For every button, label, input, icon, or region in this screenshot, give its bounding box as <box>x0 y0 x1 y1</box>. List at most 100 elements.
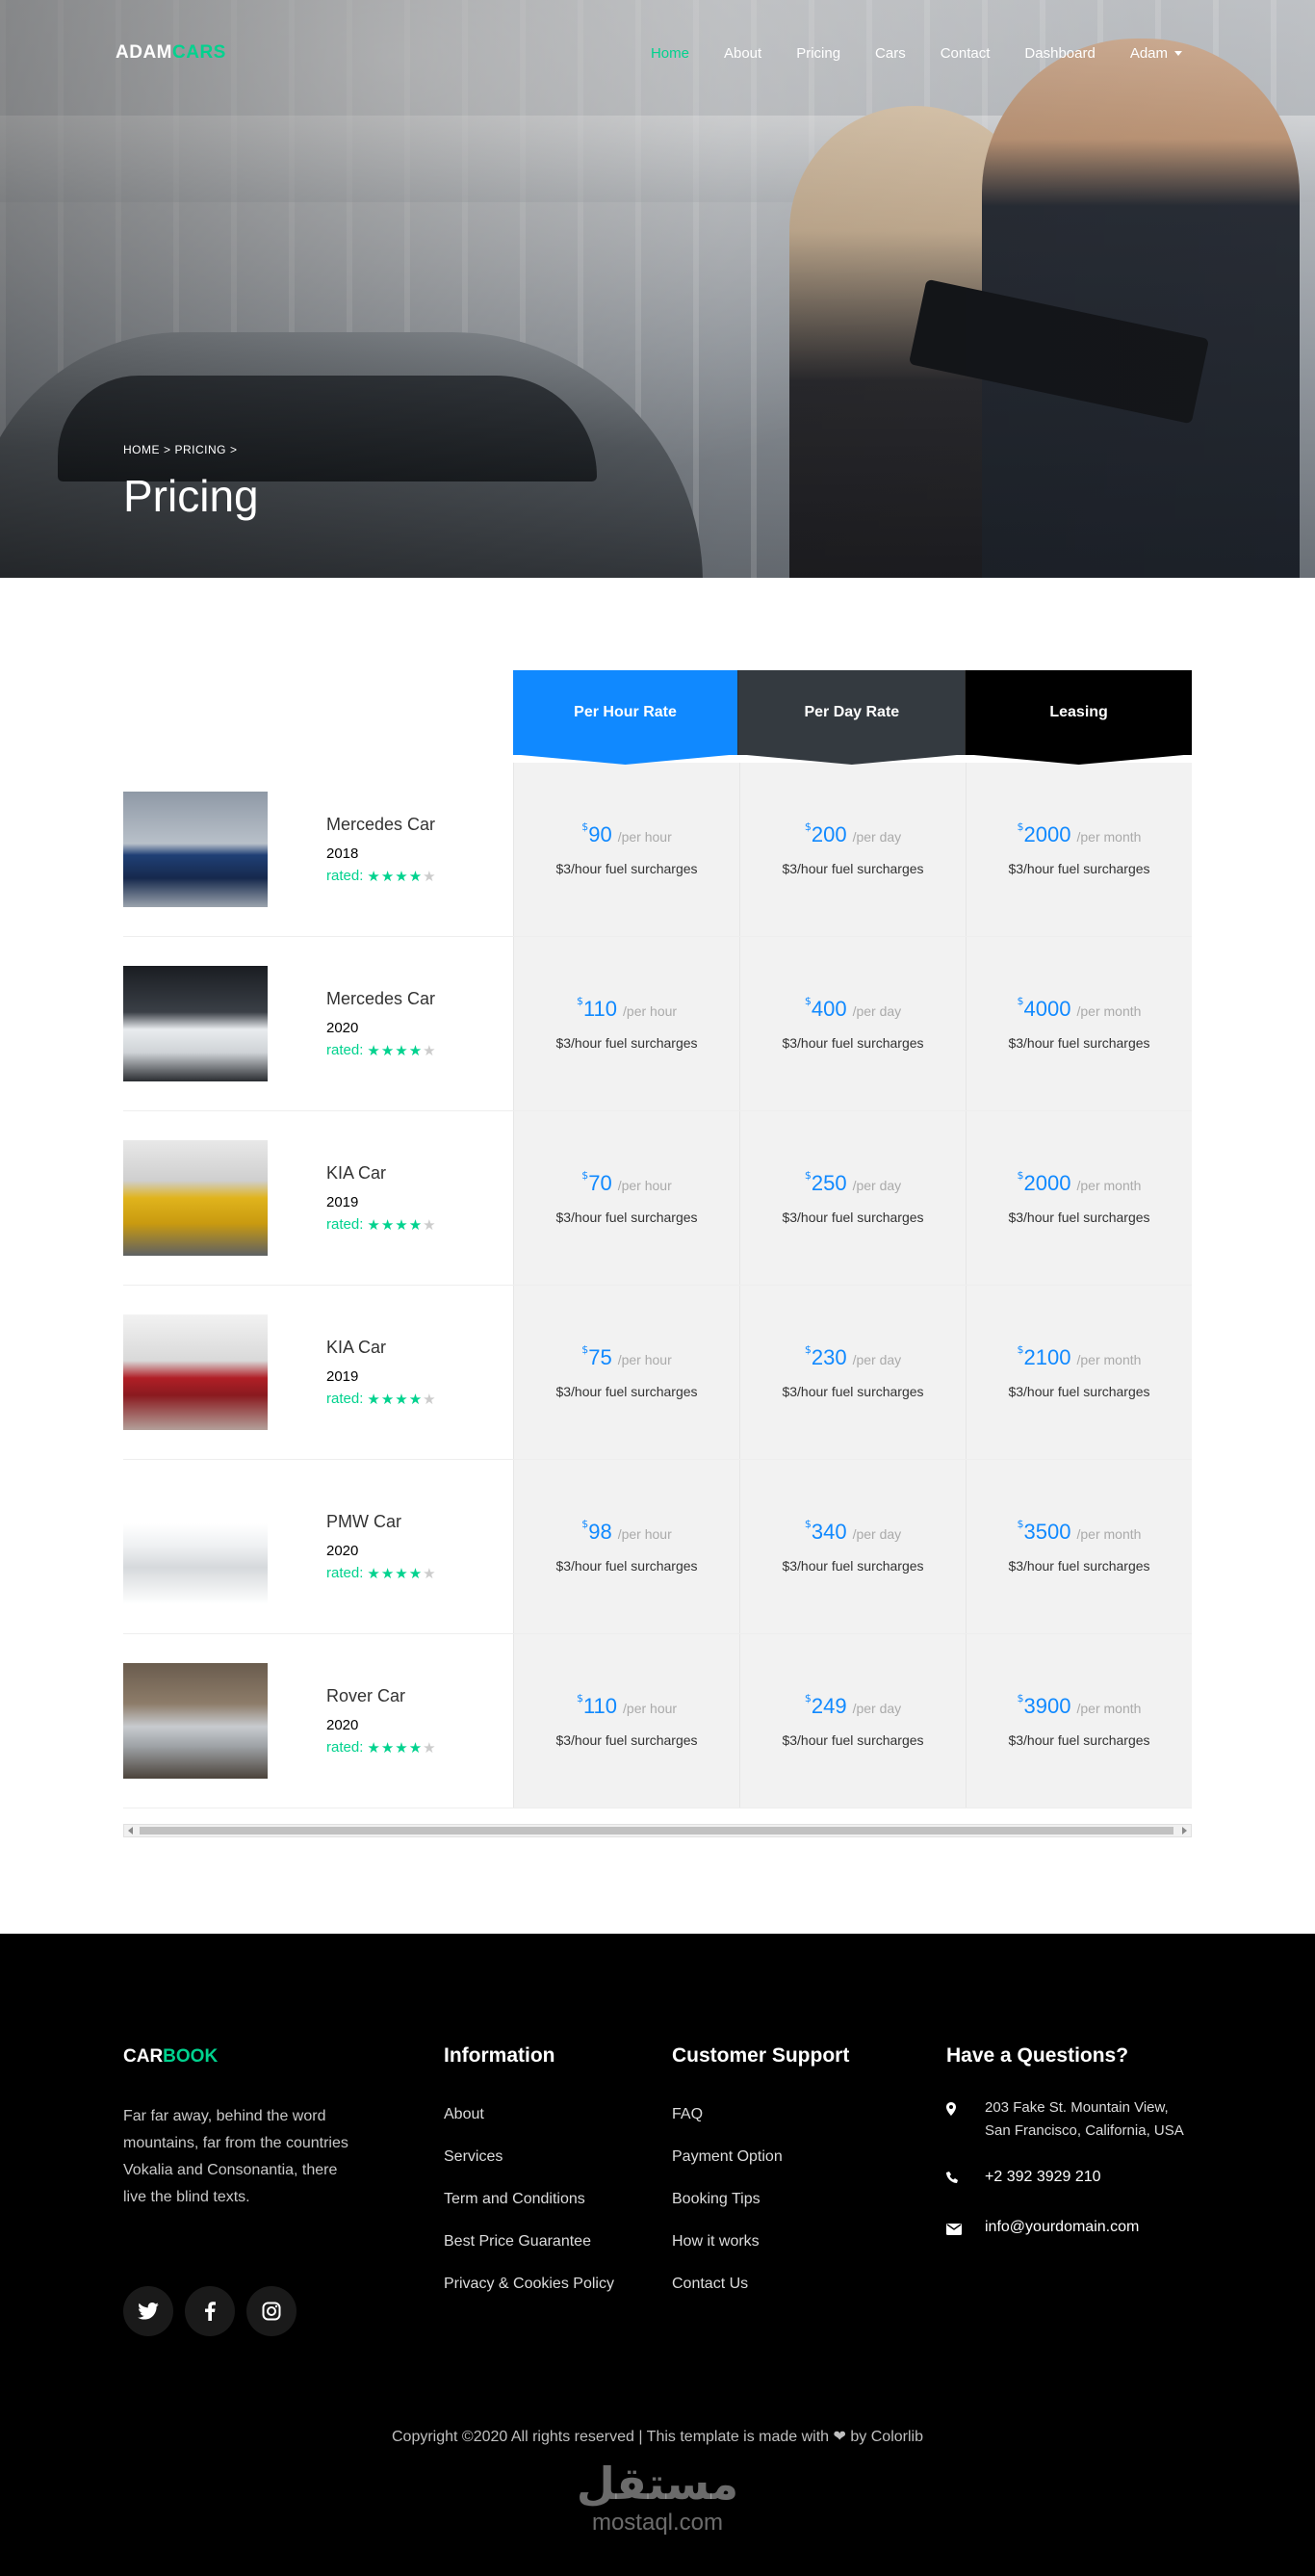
star-icon: ★ <box>395 1391 409 1408</box>
star-icon: ★ <box>423 1391 437 1408</box>
fuel-surcharge: $3/hour fuel surcharges <box>782 861 924 876</box>
footer-description: Far far away, behind the word mountains,… <box>123 2108 348 2205</box>
car-rating: rated: ★★★★★ <box>326 1739 437 1756</box>
star-icon: ★ <box>408 1391 424 1408</box>
breadcrumb-home[interactable]: HOME <box>123 443 160 456</box>
price-amount: 249 <box>811 1694 847 1718</box>
car-rating: rated: ★★★★★ <box>326 1391 437 1408</box>
car-name[interactable]: KIA Car <box>326 1338 437 1358</box>
footer-link-contact[interactable]: Contact Us <box>672 2271 946 2313</box>
star-rating-icons: ★★★★★ <box>367 1042 436 1059</box>
car-thumbnail[interactable] <box>123 1314 268 1430</box>
fuel-surcharge: $3/hour fuel surcharges <box>555 1558 698 1574</box>
breadcrumb-pricing[interactable]: PRICING <box>175 443 227 456</box>
price-per-day: $230/per day $3/hour fuel surcharges <box>739 1286 966 1459</box>
footer-link-privacy[interactable]: Privacy & Cookies Policy <box>444 2271 672 2313</box>
pricing-row: KIA Car 2019 rated: ★★★★★ $75/per hour $3/hou… <box>123 1286 1192 1460</box>
header-leasing: Leasing <box>965 670 1192 755</box>
price-leasing: $2000/per month $3/hour fuel surcharges <box>966 1111 1192 1285</box>
car-year: 2020 <box>326 1019 359 1036</box>
price-per-hour: $70/per hour $3/hour fuel surcharges <box>513 1111 739 1285</box>
car-name[interactable]: KIA Car <box>326 1163 437 1184</box>
car-thumbnail[interactable] <box>123 1663 268 1779</box>
star-icon: ★ <box>367 1391 381 1408</box>
price-amount: 3500 <box>1023 1520 1071 1544</box>
car-name[interactable]: Rover Car <box>326 1686 437 1706</box>
nav-links: Home About Pricing Cars Contact Dashboar… <box>633 45 1199 62</box>
footer-link-booking-tips[interactable]: Booking Tips <box>672 2186 946 2228</box>
star-icon: ★ <box>395 868 409 885</box>
star-rating-icons: ★★★★★ <box>367 1565 436 1582</box>
footer-link-terms[interactable]: Term and Conditions <box>444 2186 672 2228</box>
nav-cars[interactable]: Cars <box>858 45 923 62</box>
price-unit: /per day <box>852 1352 902 1367</box>
price-amount: 70 <box>588 1171 612 1195</box>
car-year: 2018 <box>326 845 359 862</box>
price-unit: /per day <box>852 1178 902 1193</box>
footer-link-services[interactable]: Services <box>444 2144 672 2186</box>
nav-contact[interactable]: Contact <box>923 45 1008 62</box>
price-amount: 3900 <box>1023 1694 1071 1718</box>
price-unit: /per day <box>852 1003 902 1019</box>
star-icon: ★ <box>367 1216 381 1234</box>
car-name[interactable]: Mercedes Car <box>326 989 437 1009</box>
car-thumbnail[interactable] <box>123 792 268 907</box>
info-heading: Information <box>444 2044 555 2067</box>
price-unit: /per month <box>1076 1003 1142 1019</box>
header-per-hour: Per Hour Rate <box>512 670 738 755</box>
car-thumbnail[interactable] <box>123 1489 268 1604</box>
pricing-row: Rover Car 2020 rated: ★★★★★ $110/per hour $3/… <box>123 1634 1192 1808</box>
car-year: 2020 <box>326 1716 359 1733</box>
car-name[interactable]: Mercedes Car <box>326 815 437 835</box>
scroll-right-icon[interactable] <box>1182 1827 1187 1834</box>
fuel-surcharge: $3/hour fuel surcharges <box>1008 1210 1150 1225</box>
pricing-section: Per Hour Rate Per Day Rate Leasing Merce… <box>0 578 1315 1934</box>
car-rating: rated: ★★★★★ <box>326 1216 437 1234</box>
contact-email[interactable]: info@yourdomain.com <box>946 2216 1192 2243</box>
star-icon: ★ <box>408 1216 424 1234</box>
price-amount: 400 <box>811 997 847 1021</box>
fuel-surcharge: $3/hour fuel surcharges <box>555 1035 698 1051</box>
price-amount: 250 <box>811 1171 847 1195</box>
nav-pricing[interactable]: Pricing <box>779 45 858 62</box>
price-per-day: $340/per day $3/hour fuel surcharges <box>739 1460 966 1633</box>
footer-brand[interactable]: CARBOOK <box>123 2044 444 2068</box>
phone-icon <box>946 2166 985 2193</box>
car-info: KIA Car 2019 rated: ★★★★★ <box>326 1163 437 1234</box>
horizontal-scrollbar[interactable] <box>123 1824 1192 1837</box>
pricing-row: Mercedes Car 2018 rated: ★★★★★ $90/per hour $… <box>123 763 1192 937</box>
car-rating: rated: ★★★★★ <box>326 1565 437 1582</box>
scroll-thumb[interactable] <box>140 1827 1173 1834</box>
footer-link-faq[interactable]: FAQ <box>672 2101 946 2144</box>
price-leasing: $2100/per month $3/hour fuel surcharges <box>966 1286 1192 1459</box>
brand-logo[interactable]: ADAMCARS <box>116 42 226 64</box>
scroll-left-icon[interactable] <box>128 1827 133 1834</box>
car-thumbnail[interactable] <box>123 1140 268 1256</box>
nav-home[interactable]: Home <box>633 45 707 62</box>
contact-phone[interactable]: +2 392 3929 210 <box>946 2166 1192 2193</box>
nav-dashboard[interactable]: Dashboard <box>1007 45 1112 62</box>
price-amount: 340 <box>811 1520 847 1544</box>
car-info: Mercedes Car 2018 rated: ★★★★★ <box>326 815 437 885</box>
car-cell: KIA Car 2019 rated: ★★★★★ <box>123 1111 513 1285</box>
info-links: About Services Term and Conditions Best … <box>444 2101 672 2313</box>
footer-link-how-it-works[interactable]: How it works <box>672 2228 946 2271</box>
footer-link-price-guarantee[interactable]: Best Price Guarantee <box>444 2228 672 2271</box>
caret-down-icon <box>1174 50 1182 56</box>
car-thumbnail[interactable] <box>123 966 268 1081</box>
car-name[interactable]: PMW Car <box>326 1512 437 1532</box>
instagram-icon[interactable] <box>246 2286 297 2336</box>
footer-link-about[interactable]: About <box>444 2101 672 2144</box>
facebook-icon[interactable] <box>185 2286 235 2336</box>
social-links <box>123 2286 444 2336</box>
footer-link-payment[interactable]: Payment Option <box>672 2144 946 2186</box>
nav-user-menu[interactable]: Adam <box>1113 45 1199 62</box>
twitter-icon[interactable] <box>123 2286 173 2336</box>
nav-about[interactable]: About <box>707 45 779 62</box>
fuel-surcharge: $3/hour fuel surcharges <box>555 1210 698 1225</box>
price-unit: /per month <box>1076 1701 1142 1716</box>
star-rating-icons: ★★★★★ <box>367 1739 436 1756</box>
fuel-surcharge: $3/hour fuel surcharges <box>782 1035 924 1051</box>
price-unit: /per hour <box>617 829 672 845</box>
star-icon: ★ <box>380 1042 396 1059</box>
